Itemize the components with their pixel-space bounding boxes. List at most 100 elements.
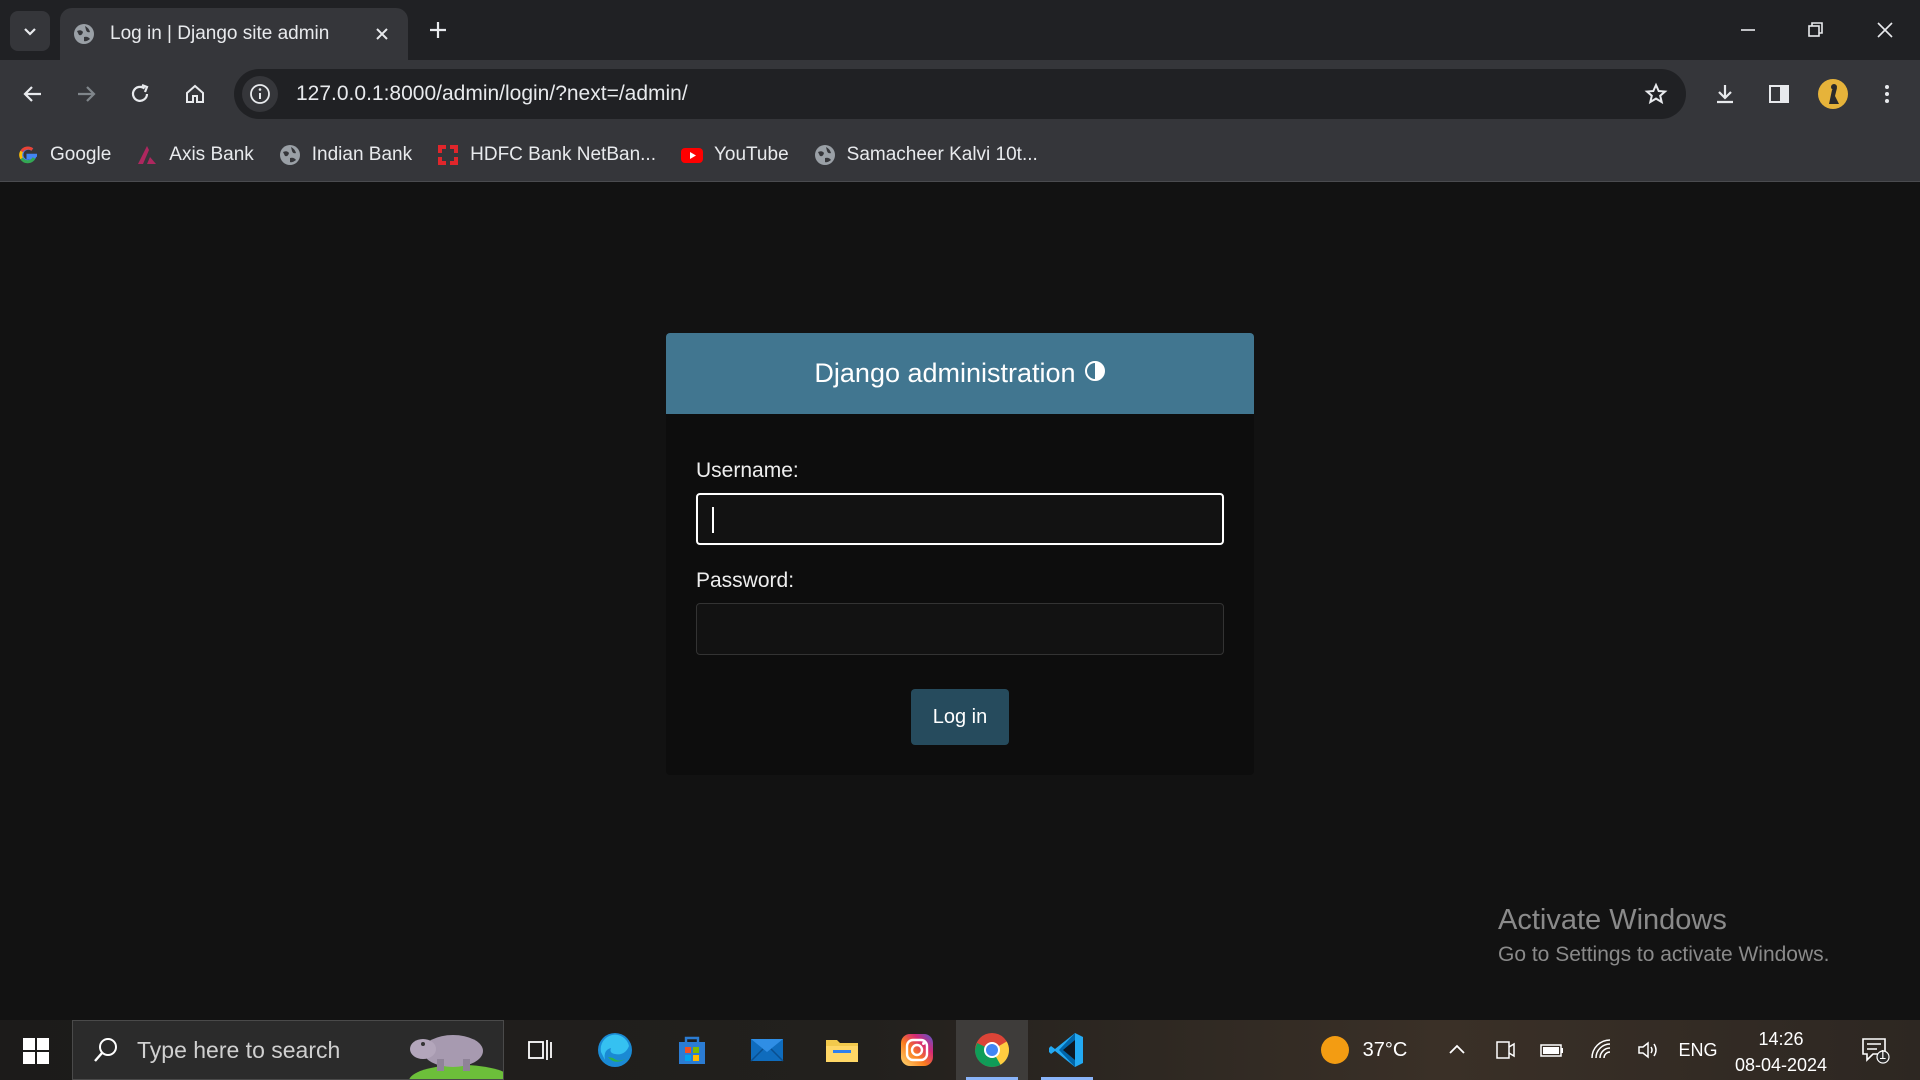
- bookmark-indian-bank[interactable]: Indian Bank: [278, 137, 412, 173]
- vscode-app[interactable]: [1031, 1020, 1103, 1080]
- close-icon: [1877, 22, 1893, 38]
- theme-toggle-icon[interactable]: [1084, 360, 1106, 382]
- site-info-icon[interactable]: [242, 76, 278, 112]
- language-indicator[interactable]: ENG: [1676, 1020, 1720, 1080]
- file-explorer-app[interactable]: [806, 1020, 878, 1080]
- bookmark-google[interactable]: Google: [16, 137, 111, 173]
- volume-tray[interactable]: [1630, 1020, 1666, 1080]
- sun-icon: [1320, 1036, 1349, 1064]
- downloads-button[interactable]: [1705, 74, 1745, 114]
- show-hidden-icons[interactable]: [1440, 1020, 1474, 1080]
- close-window-button[interactable]: [1862, 10, 1908, 50]
- home-button[interactable]: [175, 74, 215, 114]
- clock[interactable]: 14:26 08-04-2024: [1726, 1026, 1836, 1078]
- network-tray[interactable]: [1584, 1020, 1620, 1080]
- side-panel-button[interactable]: [1759, 74, 1799, 114]
- watermark-title: Activate Windows: [1498, 904, 1727, 936]
- url-text[interactable]: 127.0.0.1:8000/admin/login/?next=/admin/: [296, 82, 1636, 106]
- google-icon: [16, 143, 40, 167]
- arrow-left-icon: [23, 86, 41, 102]
- minimize-button[interactable]: [1725, 10, 1771, 50]
- meet-now-tray[interactable]: [1488, 1020, 1522, 1080]
- task-view-button[interactable]: [504, 1020, 576, 1080]
- site-name[interactable]: Django administration: [814, 358, 1075, 389]
- mail-icon: [750, 1039, 784, 1062]
- forward-button[interactable]: [66, 74, 106, 114]
- chevron-down-icon: [24, 28, 36, 36]
- battery-tray[interactable]: [1534, 1020, 1570, 1080]
- axis-bank-icon: [135, 143, 159, 167]
- windows-logo-icon: [23, 1038, 49, 1064]
- side-panel-icon: [1769, 85, 1789, 103]
- bookmark-axis-bank[interactable]: Axis Bank: [135, 137, 254, 173]
- battery-icon: [1540, 1044, 1563, 1057]
- text-caret: [712, 507, 714, 533]
- search-placeholder: Type here to search: [137, 1036, 341, 1063]
- page-content: Django administration Username: Password…: [0, 182, 1920, 1020]
- speaker-icon: [1638, 1041, 1657, 1059]
- restore-button[interactable]: [1793, 10, 1839, 50]
- back-button[interactable]: [13, 74, 53, 114]
- weather-temperature: 37°C: [1362, 1038, 1408, 1061]
- mail-app[interactable]: [731, 1020, 803, 1080]
- taskbar: Type here to search 37°C ENG 14:26 08-04…: [0, 1020, 1920, 1080]
- arrow-right-icon: [78, 86, 96, 102]
- download-icon: [1717, 85, 1733, 104]
- new-tab-button[interactable]: [422, 14, 454, 46]
- home-icon: [186, 84, 204, 103]
- microsoft-store-icon: [679, 1036, 705, 1064]
- vscode-icon: [1049, 1033, 1083, 1067]
- password-input[interactable]: [696, 603, 1224, 655]
- edge-icon: [598, 1033, 632, 1067]
- bookmark-samacheer-kalvi[interactable]: Samacheer Kalvi 10t...: [813, 137, 1038, 173]
- bookmarks-bar: Google Axis Bank Indian Bank HDFC Bank N…: [0, 128, 1920, 182]
- reload-button[interactable]: [120, 74, 160, 114]
- login-header: Django administration: [666, 333, 1254, 414]
- clock-time: 14:26: [1758, 1029, 1804, 1049]
- folder-icon: [826, 1040, 858, 1062]
- chevron-up-icon: [1449, 1044, 1465, 1054]
- screen: Log in | Django site admin 127.0.0.1:800…: [0, 0, 1920, 1080]
- browser-toolbar: 127.0.0.1:8000/admin/login/?next=/admin/: [0, 60, 1920, 128]
- reload-icon: [131, 83, 149, 102]
- hippo-illustration-icon: [409, 1035, 503, 1079]
- globe-icon: [278, 143, 302, 167]
- notifications-button[interactable]: 1: [1852, 1020, 1898, 1080]
- notification-count: 1: [1879, 1047, 1887, 1062]
- more-vertical-icon: [1885, 85, 1889, 103]
- instagram-icon: [901, 1034, 933, 1066]
- login-button[interactable]: Log in: [911, 689, 1009, 745]
- instagram-app[interactable]: [881, 1020, 953, 1080]
- start-button[interactable]: [14, 1030, 58, 1072]
- username-label: Username:: [696, 459, 799, 482]
- edge-app[interactable]: [579, 1020, 651, 1080]
- tab-search-button[interactable]: [10, 11, 50, 51]
- profile-avatar[interactable]: [1813, 74, 1853, 114]
- restore-icon: [1808, 22, 1823, 37]
- bookmark-star-icon[interactable]: [1636, 74, 1676, 114]
- browser-tab-active[interactable]: Log in | Django site admin: [60, 8, 408, 60]
- menu-button[interactable]: [1867, 74, 1907, 114]
- clock-date: 08-04-2024: [1734, 1055, 1828, 1075]
- close-tab-icon[interactable]: [370, 22, 394, 46]
- activate-windows-watermark: Activate Windows Go to Settings to activ…: [1498, 904, 1830, 967]
- bookmark-youtube[interactable]: YouTube: [680, 137, 789, 173]
- globe-icon: [813, 143, 837, 167]
- minimize-icon: [1741, 29, 1755, 31]
- bookmark-hdfc[interactable]: HDFC Bank NetBan...: [436, 137, 656, 173]
- taskbar-search-box[interactable]: Type here to search: [72, 1020, 504, 1080]
- youtube-icon: [680, 143, 704, 167]
- tab-strip: Log in | Django site admin: [0, 0, 1920, 60]
- search-icon: [94, 1038, 117, 1062]
- tab-title: Log in | Django site admin: [110, 23, 330, 44]
- chrome-app[interactable]: [956, 1020, 1028, 1080]
- store-app[interactable]: [656, 1020, 728, 1080]
- task-view-icon: [528, 1040, 552, 1060]
- address-bar[interactable]: 127.0.0.1:8000/admin/login/?next=/admin/: [234, 69, 1686, 119]
- camera-icon: [1496, 1041, 1515, 1059]
- weather-widget[interactable]: 37°C: [1308, 1020, 1418, 1080]
- globe-icon: [74, 24, 94, 44]
- password-label: Password:: [696, 569, 795, 592]
- username-input[interactable]: [696, 493, 1224, 545]
- login-panel: Django administration Username: Password…: [666, 333, 1254, 775]
